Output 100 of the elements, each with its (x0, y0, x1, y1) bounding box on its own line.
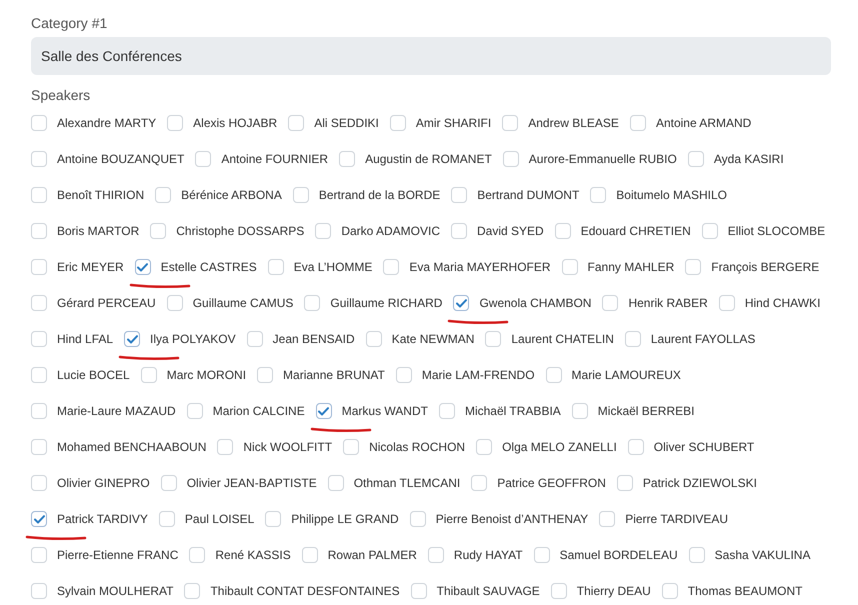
checkbox[interactable] (502, 151, 519, 167)
checkbox[interactable] (31, 547, 47, 563)
checkbox[interactable] (396, 367, 412, 383)
checkbox[interactable] (150, 223, 166, 239)
checkbox[interactable] (268, 259, 284, 275)
checkbox[interactable] (292, 187, 309, 203)
checkbox[interactable] (616, 475, 633, 491)
checkbox[interactable] (304, 295, 320, 311)
checkbox[interactable] (702, 223, 718, 239)
checkbox[interactable] (189, 547, 206, 563)
speaker-label: Hind CHAWKI (744, 295, 820, 312)
checkbox[interactable] (428, 547, 444, 563)
checkbox[interactable] (438, 403, 455, 419)
checkbox[interactable] (339, 151, 356, 167)
checkbox[interactable] (31, 511, 47, 527)
speaker-label: Olga MELO ZANELLI (502, 439, 617, 456)
checkbox[interactable] (31, 223, 47, 239)
checkbox[interactable] (685, 259, 702, 275)
speaker-label: Patrick TARDIVY (57, 511, 148, 528)
checkbox[interactable] (184, 583, 200, 599)
speaker-label: Eva L’HOMME (294, 259, 372, 276)
checkbox[interactable] (688, 151, 704, 167)
checkbox[interactable] (288, 115, 304, 131)
checkbox[interactable] (590, 187, 606, 203)
checkbox[interactable] (31, 367, 47, 383)
speaker-label: Antoine BOUZANQUET (57, 151, 184, 168)
checkbox[interactable] (124, 331, 140, 347)
checkbox[interactable] (155, 187, 172, 203)
speaker-label: Pierre TARDIVEAU (625, 511, 728, 528)
category-field[interactable]: Salle des Conférences (31, 37, 831, 75)
speaker-label: Darko ADAMOVIC (341, 223, 440, 240)
checkbox[interactable] (246, 331, 263, 347)
checkbox[interactable] (302, 547, 318, 563)
checkbox[interactable] (31, 295, 47, 311)
checkbox[interactable] (31, 439, 47, 455)
speaker-label: Ayda KASIRI (714, 151, 784, 168)
checkbox[interactable] (471, 475, 488, 491)
checkbox[interactable] (476, 439, 492, 455)
checkbox[interactable] (599, 511, 616, 527)
speaker-label: Boris MARTOR (57, 223, 140, 240)
checkbox[interactable] (140, 367, 157, 383)
checkbox[interactable] (195, 151, 212, 167)
checkbox[interactable] (453, 295, 470, 311)
checkbox[interactable] (502, 115, 518, 131)
speaker-label: Eva Maria MAYERHOFER (409, 259, 551, 276)
speaker-label: Boitumelo MASHILO (616, 187, 727, 204)
checkbox[interactable] (31, 331, 47, 347)
checkbox[interactable] (328, 475, 344, 491)
checkbox[interactable] (410, 583, 427, 599)
checkbox[interactable] (410, 511, 426, 527)
checkbox[interactable] (546, 367, 562, 383)
checkbox[interactable] (31, 259, 47, 275)
checkbox[interactable] (451, 223, 468, 239)
checkbox[interactable] (31, 475, 47, 491)
speaker-label: Samuel BORDELEAU (560, 547, 678, 564)
checkbox[interactable] (186, 403, 203, 419)
checkbox[interactable] (316, 403, 332, 419)
checkbox[interactable] (31, 583, 47, 599)
checkbox[interactable] (160, 475, 177, 491)
checkbox[interactable] (628, 439, 644, 455)
checkbox[interactable] (602, 295, 618, 311)
checkbox[interactable] (630, 115, 646, 131)
checkbox[interactable] (366, 331, 382, 347)
checkbox[interactable] (31, 151, 47, 167)
checkbox[interactable] (134, 259, 151, 275)
speaker-label: Rowan PALMER (328, 547, 417, 564)
checkbox[interactable] (383, 259, 400, 275)
checkbox[interactable] (217, 439, 234, 455)
checkbox[interactable] (562, 259, 578, 275)
speaker-label: Thibault CONTAT DESFONTAINES (210, 583, 400, 600)
checkbox[interactable] (343, 439, 360, 455)
checkbox[interactable] (31, 115, 47, 131)
checkbox[interactable] (718, 295, 735, 311)
field-label: Speakers (31, 86, 90, 105)
checkbox[interactable] (554, 223, 571, 239)
speaker-label: Marie LAM-FRENDO (422, 367, 535, 384)
checkbox[interactable] (31, 187, 47, 203)
speaker-label: Mickaël BERREBI (598, 403, 694, 420)
speaker-label: Thomas BEAUMONT (688, 583, 802, 600)
checkbox[interactable] (166, 295, 183, 311)
checkbox[interactable] (31, 403, 47, 419)
checkbox[interactable] (534, 547, 550, 563)
checkbox[interactable] (688, 547, 705, 563)
speaker-label: Philippe LE GRAND (291, 511, 399, 528)
check-icon (34, 514, 44, 524)
speaker-label: Augustin de ROMANET (365, 151, 492, 168)
checkbox[interactable] (550, 583, 567, 599)
speaker-label: Rudy HAYAT (454, 547, 523, 564)
checkbox[interactable] (265, 511, 282, 527)
checkbox[interactable] (572, 403, 588, 419)
checkbox[interactable] (662, 583, 678, 599)
checkbox[interactable] (167, 115, 184, 131)
checkbox[interactable] (390, 115, 406, 131)
checkbox[interactable] (624, 331, 641, 347)
checkbox[interactable] (485, 331, 502, 347)
checkbox[interactable] (158, 511, 175, 527)
checkbox[interactable] (315, 223, 332, 239)
checkbox[interactable] (257, 367, 274, 383)
speaker-label: Aurore-Emmanuelle RUBIO (528, 151, 677, 168)
checkbox[interactable] (451, 187, 468, 203)
